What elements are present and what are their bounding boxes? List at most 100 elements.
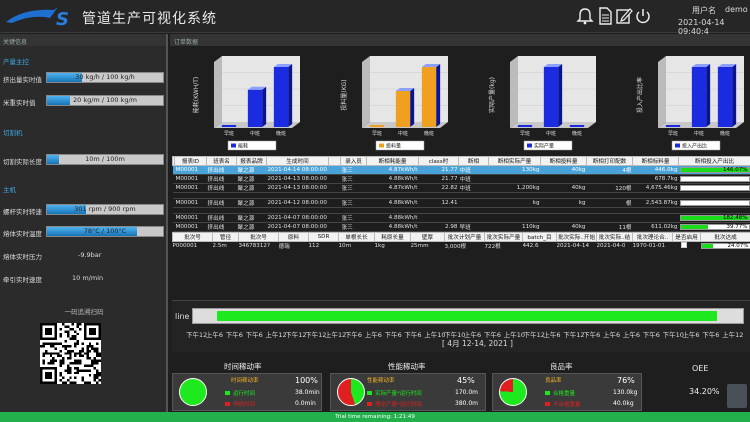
order-table-row[interactable]: M00001 挤出线 聚之源 2021-04-12 08:00:00 张三 4.88kWh… (172, 198, 750, 208)
order-table-cell: 4.88kWh/t (366, 198, 419, 208)
qr-module (83, 364, 87, 367)
qr-module (93, 366, 97, 370)
batch-row[interactable]: P000001 2.5m 34678312? 德瑞 112 10m 1kg 25mm 3,000… (173, 242, 750, 251)
batch-table-cell: 2.5m (212, 243, 227, 249)
power-icon[interactable] (634, 7, 652, 25)
timeline-track[interactable] (192, 308, 744, 324)
batch-table-col-header[interactable]: 批次实际..开始 (556, 232, 597, 242)
batch-table-cell: 2021-04-0 (596, 243, 626, 249)
floating-widget[interactable] (727, 384, 747, 408)
chart-x-tick: 晚班 (720, 130, 730, 137)
chart-bar-side (262, 86, 267, 127)
order-table-cell: 聚之源 (236, 213, 267, 223)
perf-util-row-2-val: 380.0m (455, 400, 479, 407)
app-title: 管道生产可视化系统 (82, 11, 217, 27)
qr-module (74, 376, 77, 380)
qr-module (49, 359, 53, 363)
order-table-col-header[interactable]: 断相耗能量 (366, 156, 419, 166)
order-table: 报表ID 班表名 报表品牌 生成时间 录入员 断相耗能量 class时 断相 断相实际产量 断相投… (172, 156, 750, 232)
batch-table-col-header[interactable]: SDR (308, 232, 339, 242)
order-table-col-header[interactable]: 断相投料量 (540, 156, 587, 166)
qr-module (44, 349, 48, 353)
order-table-cell: 12.41 (418, 198, 459, 208)
order-table-cell (328, 198, 341, 208)
order-table-col-header[interactable]: class时 (418, 156, 459, 166)
order-table-cell (488, 174, 541, 184)
qr-module (42, 344, 45, 348)
qr-module (49, 344, 53, 348)
order-table-col-header[interactable]: 班表名 (206, 156, 237, 166)
order-table-col-header[interactable]: 断相 (458, 156, 489, 166)
qr-title: 一码追溯扫码 (64, 308, 104, 316)
order-table-cell: M00001 (174, 174, 207, 184)
timeline-tick: 上午6 (364, 331, 382, 339)
batch-table-col-header[interactable]: 是否启用 (672, 232, 701, 242)
qr-module (47, 352, 50, 355)
batch-table-cell[interactable] (673, 242, 701, 251)
key-info-panel: 关键信息 产量主控 挤出量实时值 30 kg/h / 100 kg/h 米重实时… (0, 34, 168, 412)
chart-bar (665, 125, 681, 127)
order-table-col-header[interactable]: 生成时间 (266, 156, 329, 166)
chart-bar (569, 125, 585, 127)
batch-table-col-header[interactable]: 单根长长 (338, 232, 375, 242)
order-table-cell (458, 198, 489, 208)
order-table-col-header[interactable] (328, 156, 341, 166)
order-table-cell: 1,200kg (488, 183, 541, 193)
batch-table-col-header[interactable]: 批次理论合.. (632, 232, 673, 242)
batch-table-cell: 2021-04-14 (556, 243, 590, 249)
batch-table-col-header[interactable]: 管径 (212, 232, 239, 242)
qr-module (69, 352, 72, 355)
order-table-cell: M00001 (174, 183, 207, 193)
yield-row-1-val: 130.0kg (613, 389, 638, 396)
order-table-col-header[interactable]: 断相投入产出比 (678, 156, 750, 166)
batch-table-col-header[interactable]: 批次计划产量 (444, 232, 485, 242)
order-table-col-header[interactable]: 录入员 (340, 156, 367, 166)
order-table-col-header[interactable]: 断相标料量 (632, 156, 679, 166)
batch-table-col-header[interactable]: 批次实际..结 (596, 232, 633, 242)
order-table-row[interactable]: M00001 挤出线 聚之源 2021-04-13 08:00:00 张三 4.88kWh… (172, 174, 750, 184)
document-icon[interactable] (596, 7, 614, 25)
batch-table-col-header[interactable]: 批次实际产量 (484, 232, 523, 242)
order-table-col-header[interactable]: 报表品牌 (236, 156, 267, 166)
batch-table-col-header[interactable]: 耗原长量 (374, 232, 411, 242)
chart-legend-label: 能耗 (238, 143, 248, 150)
order-table-col-header[interactable]: 断相打印配数 (586, 156, 633, 166)
bell-icon[interactable] (576, 7, 594, 25)
batch-table-col-header[interactable]: 原料 (278, 232, 309, 242)
batch-table-cell: 24.07% (700, 242, 750, 251)
qr-module (93, 374, 97, 377)
batch-table-col-header[interactable]: 批次号 (172, 232, 213, 242)
order-table-header: 报表ID 班表名 报表品牌 生成时间 录入员 断相耗能量 class时 断相 断相实际产量 断相投… (172, 156, 750, 166)
qr-finder (88, 327, 97, 336)
order-table-row[interactable]: M00001 挤出线 聚之源 2021-04-14 08:00:00 张三 4.87kWh… (172, 165, 750, 175)
oee-title: OEE (692, 364, 709, 373)
batch-table-col-header[interactable]: 批次号 (238, 232, 279, 242)
order-table-cell: 聚之源 (236, 165, 267, 175)
qr-module (76, 323, 80, 326)
order-table-col-header[interactable]: 断相实际产量 (488, 156, 541, 166)
yield-row-2: 不合格重量 (553, 402, 581, 408)
qr-module (64, 344, 67, 348)
qr-module (74, 354, 77, 358)
order-table-row[interactable]: M00001 挤出线 聚之源 2021-04-07 08:00:00 张三 4.88kWh… (172, 222, 750, 232)
qr-code-image[interactable] (40, 323, 101, 384)
qr-module (59, 354, 62, 358)
ratio-progress-text: 146.07% (723, 167, 748, 173)
qr-module (86, 344, 89, 348)
order-table-col-header[interactable]: 报表ID (174, 156, 207, 166)
qr-module (54, 359, 58, 363)
edit-icon[interactable] (615, 7, 633, 25)
qr-module (64, 347, 67, 350)
batch-table-col-header[interactable]: 壁厚 (410, 232, 445, 242)
qr-module (69, 381, 72, 384)
qr-module (96, 354, 99, 358)
qr-module (52, 357, 55, 360)
batch-table-col-header[interactable]: 批次达成 (700, 232, 750, 242)
order-table-cell (678, 183, 750, 193)
timeline-tick: 下午6 (404, 331, 422, 339)
user-name[interactable]: demo (725, 5, 748, 14)
timeline-tick: 上午6 (682, 331, 700, 339)
order-table-row[interactable]: M00001 挤出线 聚之源 2021-04-13 08:00:00 张三 4.87kWh… (172, 183, 750, 193)
order-table-row[interactable]: M00001 挤出线 聚之源 2021-04-07 08:00:00 张三 4.88kWh… (172, 213, 750, 223)
batch-table-col-header[interactable]: batch_目 (522, 232, 557, 242)
